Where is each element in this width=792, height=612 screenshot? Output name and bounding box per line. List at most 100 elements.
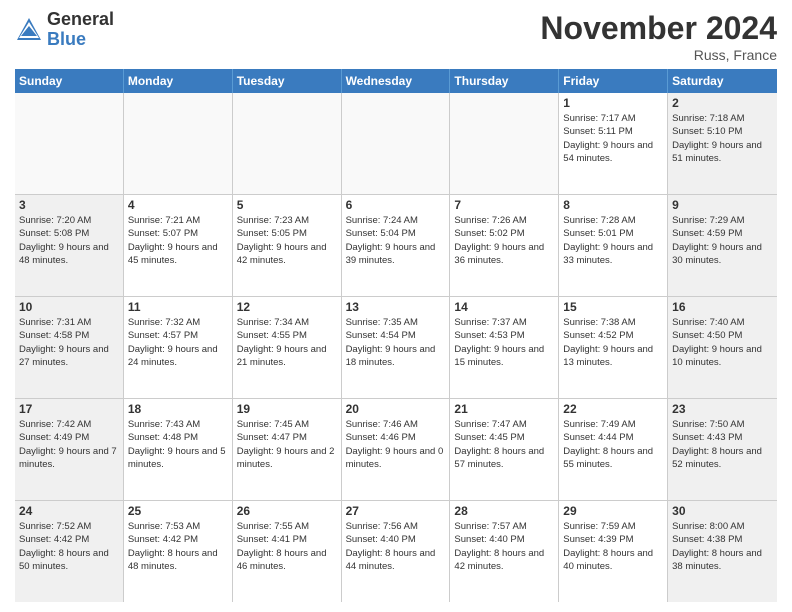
- calendar-cell: 14 Sunrise: 7:37 AM Sunset: 4:53 PM Dayli…: [450, 297, 559, 398]
- cell-info: Sunrise: 7:50 AM Sunset: 4:43 PM Dayligh…: [672, 418, 773, 471]
- day-number: 2: [672, 96, 773, 110]
- cell-info: Sunrise: 7:40 AM Sunset: 4:50 PM Dayligh…: [672, 316, 773, 369]
- calendar-cell: 4 Sunrise: 7:21 AM Sunset: 5:07 PM Daylig…: [124, 195, 233, 296]
- day-number: 3: [19, 198, 119, 212]
- header-day: Monday: [124, 69, 233, 93]
- calendar-cell: 15 Sunrise: 7:38 AM Sunset: 4:52 PM Dayli…: [559, 297, 668, 398]
- calendar-cell: 28 Sunrise: 7:57 AM Sunset: 4:40 PM Dayli…: [450, 501, 559, 602]
- calendar-cell: 2Sunrise: 7:18 AM Sunset: 5:10 PM Daylig…: [668, 93, 777, 194]
- calendar-cell: 3 Sunrise: 7:20 AM Sunset: 5:08 PM Daylig…: [15, 195, 124, 296]
- page-header: General Blue November 2024 Russ, France: [15, 10, 777, 63]
- logo-text: General Blue: [47, 10, 114, 50]
- header-day: Friday: [559, 69, 668, 93]
- calendar-cell: 5Sunrise: 7:23 AM Sunset: 5:05 PM Daylig…: [233, 195, 342, 296]
- cell-info: Sunrise: 7:29 AM Sunset: 4:59 PM Dayligh…: [672, 214, 773, 267]
- cell-info: Sunrise: 7:59 AM Sunset: 4:39 PM Dayligh…: [563, 520, 663, 573]
- calendar-cell: 13 Sunrise: 7:35 AM Sunset: 4:54 PM Dayli…: [342, 297, 451, 398]
- calendar-cell: 16 Sunrise: 7:40 AM Sunset: 4:50 PM Dayli…: [668, 297, 777, 398]
- cell-info: Sunrise: 7:52 AM Sunset: 4:42 PM Dayligh…: [19, 520, 119, 573]
- logo-blue: Blue: [47, 30, 114, 50]
- calendar-cell: 18 Sunrise: 7:43 AM Sunset: 4:48 PM Dayli…: [124, 399, 233, 500]
- calendar-cell: 7Sunrise: 7:26 AM Sunset: 5:02 PM Daylig…: [450, 195, 559, 296]
- calendar-row: 1 Sunrise: 7:17 AM Sunset: 5:11 PM Daylig…: [15, 93, 777, 195]
- day-number: 25: [128, 504, 228, 518]
- calendar-cell: 8 Sunrise: 7:28 AM Sunset: 5:01 PM Daylig…: [559, 195, 668, 296]
- cell-info: Sunrise: 7:37 AM Sunset: 4:53 PM Dayligh…: [454, 316, 554, 369]
- calendar-page: General Blue November 2024 Russ, France …: [0, 0, 792, 612]
- cell-info: Sunrise: 7:28 AM Sunset: 5:01 PM Dayligh…: [563, 214, 663, 267]
- day-number: 1: [563, 96, 663, 110]
- day-number: 11: [128, 300, 228, 314]
- calendar-cell: 24 Sunrise: 7:52 AM Sunset: 4:42 PM Dayli…: [15, 501, 124, 602]
- calendar-row: 3 Sunrise: 7:20 AM Sunset: 5:08 PM Daylig…: [15, 195, 777, 297]
- cell-info: Sunrise: 7:57 AM Sunset: 4:40 PM Dayligh…: [454, 520, 554, 573]
- day-number: 22: [563, 402, 663, 416]
- logo-icon: [15, 16, 43, 44]
- calendar-cell: [124, 93, 233, 194]
- cell-info: Sunrise: 7:55 AM Sunset: 4:41 PM Dayligh…: [237, 520, 337, 573]
- title-area: November 2024 Russ, France: [540, 10, 777, 63]
- day-number: 27: [346, 504, 446, 518]
- day-number: 24: [19, 504, 119, 518]
- calendar-cell: 10 Sunrise: 7:31 AM Sunset: 4:58 PM Dayli…: [15, 297, 124, 398]
- calendar-cell: 30Sunrise: 8:00 AM Sunset: 4:38 PM Dayli…: [668, 501, 777, 602]
- location: Russ, France: [540, 47, 777, 63]
- cell-info: Sunrise: 7:21 AM Sunset: 5:07 PM Dayligh…: [128, 214, 228, 267]
- cell-info: Sunrise: 7:46 AM Sunset: 4:46 PM Dayligh…: [346, 418, 446, 471]
- day-number: 12: [237, 300, 337, 314]
- calendar-cell: 9Sunrise: 7:29 AM Sunset: 4:59 PM Daylig…: [668, 195, 777, 296]
- cell-info: Sunrise: 7:56 AM Sunset: 4:40 PM Dayligh…: [346, 520, 446, 573]
- day-number: 10: [19, 300, 119, 314]
- day-number: 4: [128, 198, 228, 212]
- day-number: 18: [128, 402, 228, 416]
- day-number: 13: [346, 300, 446, 314]
- header-day: Tuesday: [233, 69, 342, 93]
- calendar-cell: 21Sunrise: 7:47 AM Sunset: 4:45 PM Dayli…: [450, 399, 559, 500]
- calendar-cell: 6 Sunrise: 7:24 AM Sunset: 5:04 PM Daylig…: [342, 195, 451, 296]
- calendar-row: 10 Sunrise: 7:31 AM Sunset: 4:58 PM Dayli…: [15, 297, 777, 399]
- day-number: 23: [672, 402, 773, 416]
- day-number: 29: [563, 504, 663, 518]
- cell-info: Sunrise: 7:32 AM Sunset: 4:57 PM Dayligh…: [128, 316, 228, 369]
- logo-general: General: [47, 10, 114, 30]
- calendar-cell: 25 Sunrise: 7:53 AM Sunset: 4:42 PM Dayli…: [124, 501, 233, 602]
- cell-info: Sunrise: 7:53 AM Sunset: 4:42 PM Dayligh…: [128, 520, 228, 573]
- header-day: Sunday: [15, 69, 124, 93]
- calendar-row: 17 Sunrise: 7:42 AM Sunset: 4:49 PM Dayli…: [15, 399, 777, 501]
- cell-info: Sunrise: 7:43 AM Sunset: 4:48 PM Dayligh…: [128, 418, 228, 471]
- day-number: 26: [237, 504, 337, 518]
- calendar-cell: [15, 93, 124, 194]
- calendar-cell: 19Sunrise: 7:45 AM Sunset: 4:47 PM Dayli…: [233, 399, 342, 500]
- calendar-cell: [342, 93, 451, 194]
- header-day: Thursday: [450, 69, 559, 93]
- calendar-cell: [233, 93, 342, 194]
- cell-info: Sunrise: 7:45 AM Sunset: 4:47 PM Dayligh…: [237, 418, 337, 471]
- cell-info: Sunrise: 7:35 AM Sunset: 4:54 PM Dayligh…: [346, 316, 446, 369]
- day-number: 16: [672, 300, 773, 314]
- calendar-cell: 23 Sunrise: 7:50 AM Sunset: 4:43 PM Dayli…: [668, 399, 777, 500]
- cell-info: Sunrise: 7:47 AM Sunset: 4:45 PM Dayligh…: [454, 418, 554, 471]
- calendar-cell: 17 Sunrise: 7:42 AM Sunset: 4:49 PM Dayli…: [15, 399, 124, 500]
- day-number: 14: [454, 300, 554, 314]
- day-number: 17: [19, 402, 119, 416]
- cell-info: Sunrise: 7:24 AM Sunset: 5:04 PM Dayligh…: [346, 214, 446, 267]
- cell-info: Sunrise: 7:20 AM Sunset: 5:08 PM Dayligh…: [19, 214, 119, 267]
- cell-info: Sunrise: 7:31 AM Sunset: 4:58 PM Dayligh…: [19, 316, 119, 369]
- calendar-row: 24 Sunrise: 7:52 AM Sunset: 4:42 PM Dayli…: [15, 501, 777, 602]
- cell-info: Sunrise: 7:38 AM Sunset: 4:52 PM Dayligh…: [563, 316, 663, 369]
- day-number: 8: [563, 198, 663, 212]
- calendar-cell: 12Sunrise: 7:34 AM Sunset: 4:55 PM Dayli…: [233, 297, 342, 398]
- cell-info: Sunrise: 8:00 AM Sunset: 4:38 PM Dayligh…: [672, 520, 773, 573]
- day-number: 28: [454, 504, 554, 518]
- day-number: 6: [346, 198, 446, 212]
- cell-info: Sunrise: 7:42 AM Sunset: 4:49 PM Dayligh…: [19, 418, 119, 471]
- calendar: SundayMondayTuesdayWednesdayThursdayFrid…: [15, 69, 777, 602]
- day-number: 5: [237, 198, 337, 212]
- calendar-cell: 26 Sunrise: 7:55 AM Sunset: 4:41 PM Dayli…: [233, 501, 342, 602]
- calendar-cell: 22Sunrise: 7:49 AM Sunset: 4:44 PM Dayli…: [559, 399, 668, 500]
- day-number: 7: [454, 198, 554, 212]
- cell-info: Sunrise: 7:17 AM Sunset: 5:11 PM Dayligh…: [563, 112, 663, 165]
- day-number: 15: [563, 300, 663, 314]
- calendar-body: 1 Sunrise: 7:17 AM Sunset: 5:11 PM Daylig…: [15, 93, 777, 602]
- calendar-cell: 1 Sunrise: 7:17 AM Sunset: 5:11 PM Daylig…: [559, 93, 668, 194]
